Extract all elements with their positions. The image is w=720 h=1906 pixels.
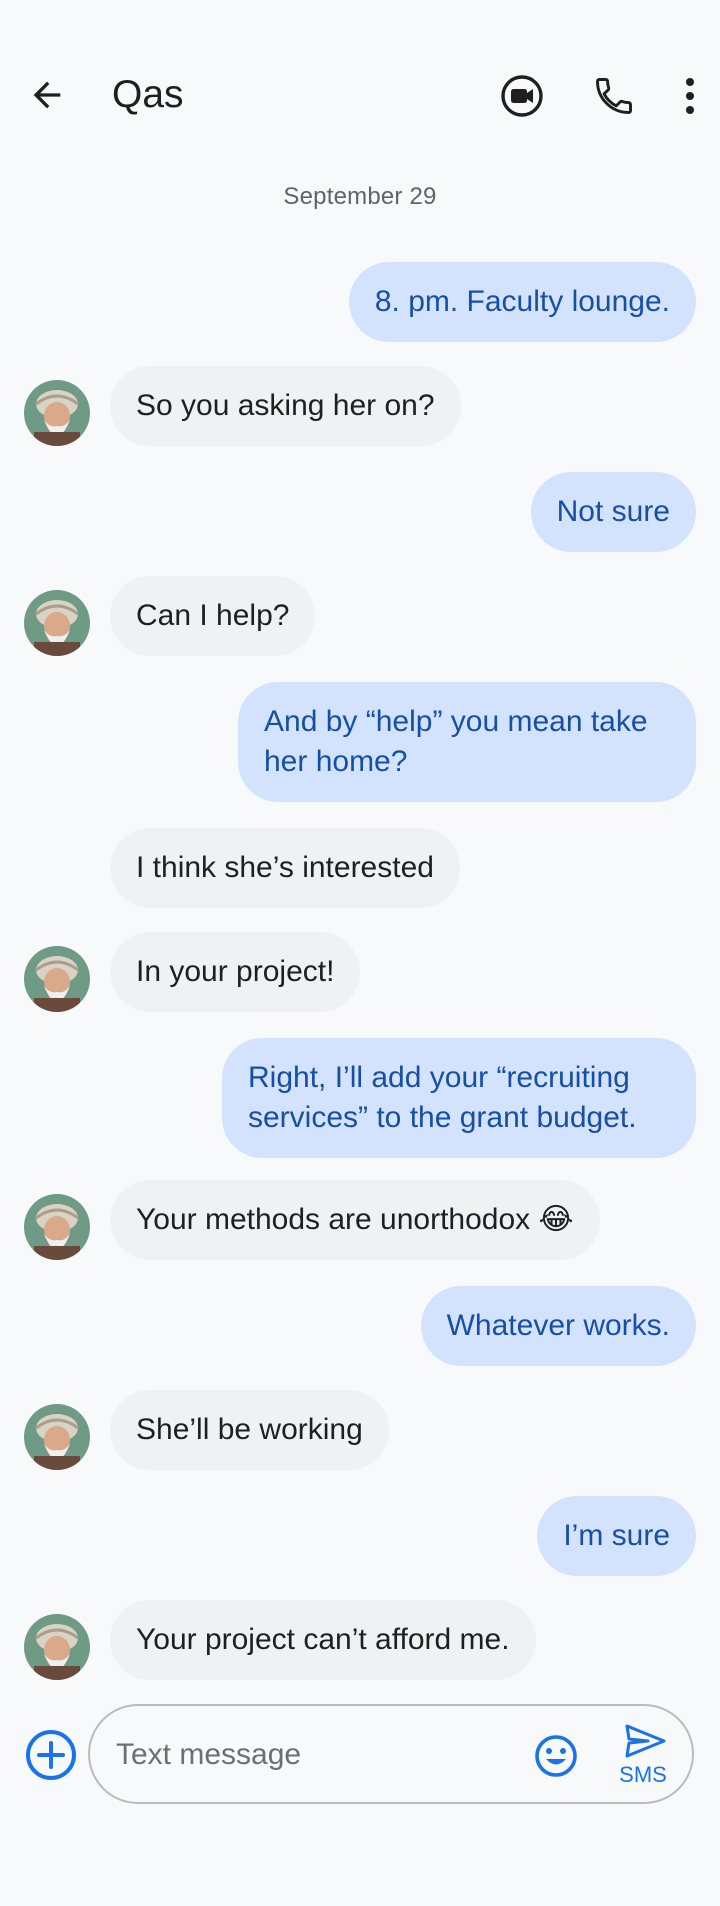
phone-icon — [596, 78, 632, 114]
add-circle-icon — [26, 1730, 76, 1780]
incoming-message[interactable]: Your methods are unorthodox 😂 — [110, 1180, 600, 1260]
contact-avatar[interactable] — [24, 1404, 90, 1470]
contact-name: Qas — [112, 73, 184, 116]
more-vert-icon — [686, 78, 694, 114]
add-attachment-button[interactable] — [24, 1728, 78, 1782]
video-call-button[interactable] — [496, 70, 548, 122]
incoming-message[interactable]: I think she’s interested — [110, 828, 460, 908]
contact-avatar[interactable] — [24, 1614, 90, 1680]
incoming-message[interactable]: Can I help? — [110, 576, 316, 656]
incoming-message[interactable]: She’ll be working — [110, 1390, 389, 1470]
more-options-button[interactable] — [664, 70, 716, 122]
send-sms-button[interactable]: SMS — [608, 1722, 678, 1792]
send-sms-label: SMS — [619, 1762, 667, 1787]
message-input[interactable] — [114, 1730, 518, 1780]
emoji-button[interactable] — [532, 1732, 580, 1780]
incoming-message[interactable]: In your project! — [110, 932, 361, 1012]
outgoing-message[interactable]: Whatever works. — [420, 1286, 696, 1366]
phone-call-button[interactable] — [588, 70, 640, 122]
date-divider: September 29 — [283, 183, 437, 210]
incoming-message[interactable]: Your project can’t afford me. — [110, 1600, 536, 1680]
emoji-icon — [535, 1735, 577, 1777]
outgoing-message[interactable]: I’m sure — [537, 1496, 696, 1576]
message-composer: SMS — [88, 1704, 694, 1804]
back-button[interactable] — [24, 72, 70, 118]
outgoing-message[interactable]: And by “help” you mean take her home? — [238, 682, 696, 802]
outgoing-message[interactable]: 8. pm. Faculty lounge. — [348, 262, 696, 342]
send-icon — [625, 1724, 666, 1758]
contact-avatar[interactable] — [24, 590, 90, 656]
contact-avatar[interactable] — [24, 1194, 90, 1260]
video-call-icon — [501, 75, 543, 117]
contact-avatar[interactable] — [24, 380, 90, 446]
incoming-message[interactable]: So you asking her on? — [110, 366, 461, 446]
contact-avatar[interactable] — [24, 946, 90, 1012]
app-bar: Qas — [0, 0, 720, 190]
arrow-back-icon — [33, 81, 61, 109]
outgoing-message[interactable]: Not sure — [530, 472, 696, 552]
outgoing-message[interactable]: Right, I’ll add your “recruiting service… — [222, 1038, 696, 1158]
